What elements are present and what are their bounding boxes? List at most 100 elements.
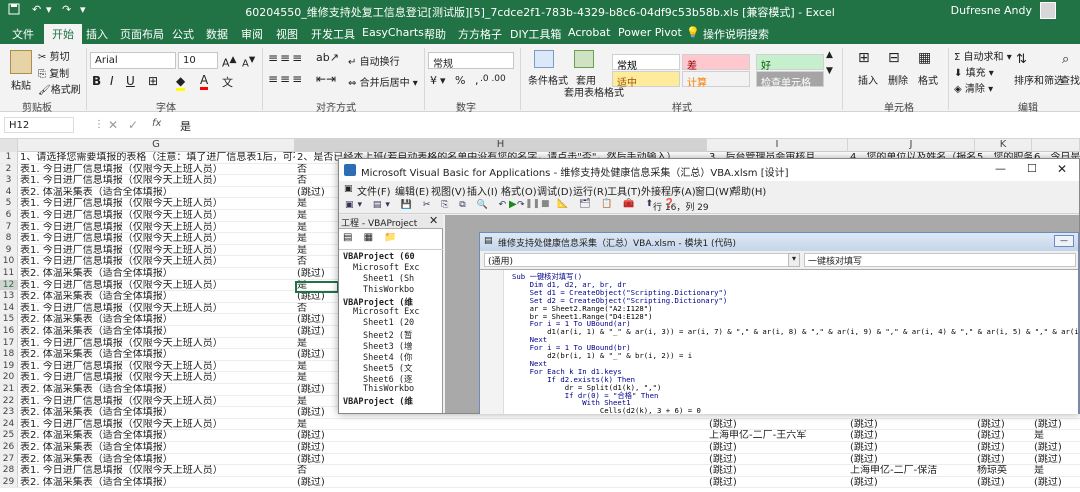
cell-k[interactable]: (跳过) [977, 430, 1032, 441]
conditional-format-icon[interactable] [534, 50, 554, 68]
vba-menu-format[interactable]: 格式(O) [501, 183, 537, 198]
excel-mini-icon[interactable]: ▣ [344, 184, 353, 194]
fill-color-icon[interactable]: ◆ [176, 74, 186, 91]
row-number[interactable]: 22 [0, 395, 18, 407]
vba-menu-tools[interactable]: 工具(T) [607, 183, 641, 198]
cell-h[interactable]: (跳过) [297, 442, 707, 453]
vba-menu-edit[interactable]: 编辑(E) [395, 183, 429, 198]
number-format-icons[interactable]: ¥▾ % , [430, 74, 481, 87]
tab-data[interactable]: 数据 [206, 26, 228, 42]
row-number[interactable]: 20 [0, 372, 18, 383]
cell-g[interactable]: 表1. 今日进厂信息填报（仅限今天上班人员） [20, 419, 295, 430]
cell-g[interactable]: 1、请选择您需要填报的表格（注意：填了进厂信息表1后，可不填表2） [20, 152, 295, 163]
autosum-button[interactable]: Σ 自动求和 ▾ [954, 48, 1012, 63]
row-number[interactable]: 24 [0, 418, 18, 430]
cell-h[interactable]: (跳过) [297, 430, 707, 441]
conditional-format-button[interactable]: 条件格式 [528, 72, 568, 87]
cell-g[interactable]: 表2. 体温采集表（适合全体填报） [20, 430, 295, 441]
cell-i[interactable]: (跳过) [709, 442, 848, 453]
row-number[interactable]: 15 [0, 314, 18, 325]
wrap-text-button[interactable]: ↵ 自动换行 [348, 53, 400, 68]
cell-h[interactable]: 否 [297, 465, 707, 476]
format-as-table-icon[interactable] [574, 50, 594, 68]
code-margin-indicator-bar[interactable] [480, 270, 504, 414]
row-number[interactable]: 13 [0, 291, 18, 302]
cell-style-3[interactable]: 适中 [612, 71, 680, 89]
row-number[interactable]: 21 [0, 384, 18, 395]
cell-g[interactable]: 表1. 今日进厂信息填报（仅限今天上班人员） [20, 372, 295, 383]
row-number[interactable]: 16 [0, 326, 18, 337]
vertical-align-icons[interactable]: ≡≡≡ [268, 51, 304, 65]
column-header-k[interactable]: K [975, 139, 1032, 152]
code-window-minimize-icon[interactable]: — [1054, 235, 1074, 247]
cell-style-0[interactable]: 常规 [612, 54, 680, 72]
tab-help[interactable]: 帮助 [424, 26, 446, 42]
font-color-icon[interactable]: A [200, 73, 209, 90]
cell-i[interactable]: (跳过) [709, 465, 848, 476]
maximize-icon[interactable]: ☐ [1027, 162, 1037, 175]
minimize-icon[interactable]: — [995, 162, 1006, 175]
vba-menu-help[interactable]: 帮助(H) [731, 183, 766, 198]
vba-menu-view[interactable]: 视图(V) [431, 183, 466, 198]
vba-menu-insert[interactable]: 插入(I) [467, 183, 498, 198]
project-tree-item[interactable]: Microsoft Exc [353, 263, 420, 273]
row-number[interactable]: 23 [0, 407, 18, 418]
font-size-combo[interactable]: 10 [178, 52, 218, 69]
row-number[interactable]: 1 [0, 152, 18, 163]
tab-page-layout[interactable]: 页面布局 [120, 26, 164, 42]
format-cells-icon[interactable]: ▦ [918, 50, 931, 66]
cell-g[interactable]: 表2. 体温采集表（适合全体填报） [20, 349, 295, 360]
cell-l[interactable]: 是 [1034, 430, 1080, 441]
reset-icon[interactable]: ■ [541, 199, 550, 209]
cell-g[interactable]: 表2. 体温采集表（适合全体填报） [20, 187, 295, 198]
tab-insert[interactable]: 插入 [86, 26, 108, 42]
format-painter-button[interactable]: 🖌格式刷 [38, 81, 81, 96]
cell-j[interactable]: 上海申亿-二厂-保洁 [850, 465, 975, 476]
italic-button[interactable]: I [110, 74, 114, 88]
pause-icon[interactable]: ❚❚ [525, 199, 540, 209]
column-header-l[interactable] [1032, 139, 1080, 152]
run-icon[interactable]: ▶ [509, 199, 517, 210]
code-editor[interactable]: Sub 一键核对填写() Dim d1, d2, ar, br, dr Set … [480, 269, 1080, 415]
row-number[interactable]: 27 [0, 453, 18, 465]
cell-g[interactable]: 表1. 今日进厂信息填报（仅限今天上班人员） [20, 396, 295, 407]
underline-button[interactable]: U [126, 74, 135, 88]
gallery-up-icon[interactable]: ▲ [826, 50, 833, 60]
orientation-icon[interactable]: ab↗ [316, 51, 339, 64]
formula-input[interactable]: 是 [180, 118, 191, 134]
cell-g[interactable]: 表2. 体温采集表（适合全体填报） [20, 384, 295, 395]
cell-l[interactable]: (跳过) [1034, 454, 1080, 465]
code-line[interactable]: d1(ar(i, 1) & "_" & ar(i, 3)) = ar(i, 7)… [512, 327, 1080, 336]
cell-g[interactable]: 表1. 今日进厂信息填报（仅限今天上班人员） [20, 164, 295, 175]
close-icon[interactable]: ✕ [1057, 162, 1067, 176]
cell-g[interactable]: 表2. 体温采集表（适合全体填报） [20, 326, 295, 337]
cell-g[interactable]: 表2. 体温采集表（适合全体填报） [20, 314, 295, 325]
cell-j[interactable]: (跳过) [850, 477, 975, 488]
row-number[interactable]: 14 [0, 302, 18, 314]
user-name[interactable]: Dufresne Andy [951, 4, 1032, 17]
object-combo[interactable]: (通用) [484, 253, 800, 267]
row-number[interactable]: 12 [0, 279, 18, 291]
cell-i[interactable]: 上海申亿-二厂-王六军 [709, 430, 848, 441]
phonetic-icon[interactable]: 文 [222, 74, 233, 90]
borders-icon[interactable]: ⊞ [148, 74, 158, 88]
cell-l[interactable]: 是 [1034, 465, 1080, 476]
cell-g[interactable]: 表1. 今日进厂信息填报（仅限今天上班人员） [20, 198, 295, 209]
vba-menu-run[interactable]: 运行(R) [573, 183, 608, 198]
cell-j[interactable]: (跳过) [850, 430, 975, 441]
row-number[interactable]: 29 [0, 476, 18, 488]
project-view-icons[interactable]: ▤ ▦ 📁 [343, 232, 401, 243]
vba-menu-debug[interactable]: 调试(D) [537, 183, 573, 198]
cell-k[interactable]: 杨琼英 [977, 465, 1032, 476]
cell-l[interactable]: (跳过) [1034, 419, 1080, 430]
tab-view[interactable]: 视图 [276, 26, 298, 42]
tab-review[interactable]: 审阅 [241, 26, 263, 42]
vba-menu-addins[interactable]: 外接程序(A) [641, 183, 696, 198]
cell-h[interactable]: (跳过) [297, 477, 707, 488]
find-select-button[interactable]: 查找和 [1060, 72, 1080, 87]
cell-i[interactable]: (跳过) [709, 477, 848, 488]
cell-l[interactable]: (跳过) [1034, 477, 1080, 488]
grow-font-icon[interactable]: A▲ [222, 54, 237, 70]
row-number[interactable]: 8 [0, 233, 18, 244]
cell-i[interactable]: (跳过) [709, 419, 848, 430]
